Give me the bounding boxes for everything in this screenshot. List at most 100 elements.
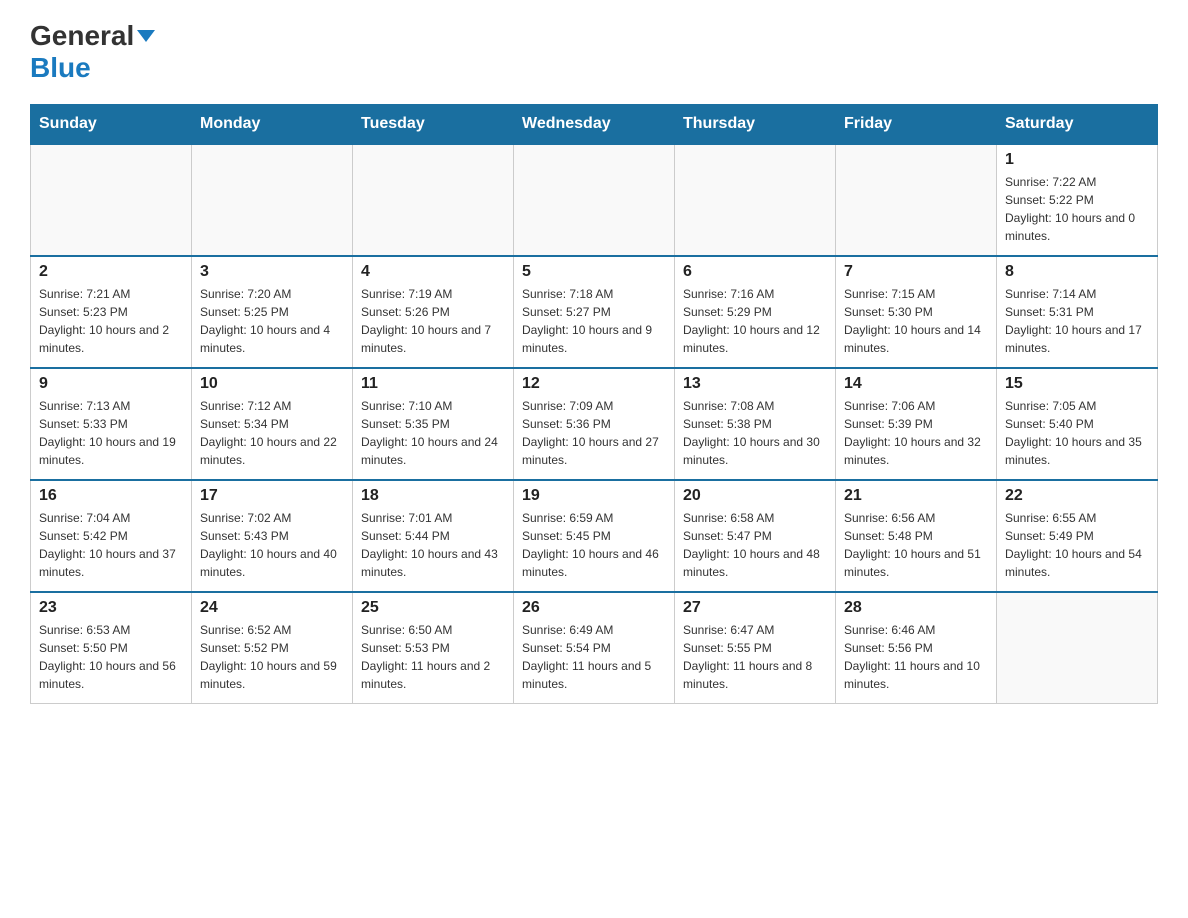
calendar-day-cell: 11 Sunrise: 7:10 AMSunset: 5:35 PMDayligh… — [353, 368, 514, 480]
day-info: Sunrise: 7:05 AMSunset: 5:40 PMDaylight:… — [1005, 397, 1149, 469]
day-info: Sunrise: 7:15 AMSunset: 5:30 PMDaylight:… — [844, 285, 988, 357]
day-info: Sunrise: 6:59 AMSunset: 5:45 PMDaylight:… — [522, 509, 666, 581]
day-number: 17 — [200, 487, 344, 505]
day-number: 13 — [683, 375, 827, 393]
calendar-day-cell: 6 Sunrise: 7:16 AMSunset: 5:29 PMDaylight… — [675, 256, 836, 368]
calendar-day-cell — [353, 144, 514, 256]
day-number: 20 — [683, 487, 827, 505]
calendar-day-cell: 10 Sunrise: 7:12 AMSunset: 5:34 PMDayligh… — [192, 368, 353, 480]
day-number: 12 — [522, 375, 666, 393]
calendar-day-cell: 8 Sunrise: 7:14 AMSunset: 5:31 PMDaylight… — [997, 256, 1158, 368]
day-number: 22 — [1005, 487, 1149, 505]
day-number: 24 — [200, 599, 344, 617]
day-number: 7 — [844, 263, 988, 281]
calendar-week-row: 2 Sunrise: 7:21 AMSunset: 5:23 PMDaylight… — [31, 256, 1158, 368]
day-info: Sunrise: 7:16 AMSunset: 5:29 PMDaylight:… — [683, 285, 827, 357]
page-header: General Blue — [30, 20, 1158, 84]
calendar-day-cell — [514, 144, 675, 256]
calendar-day-cell: 1Sunrise: 7:22 AMSunset: 5:22 PMDaylight… — [997, 144, 1158, 256]
day-number: 2 — [39, 263, 183, 281]
day-number: 3 — [200, 263, 344, 281]
day-info: Sunrise: 6:55 AMSunset: 5:49 PMDaylight:… — [1005, 509, 1149, 581]
calendar-week-row: 9 Sunrise: 7:13 AMSunset: 5:33 PMDaylight… — [31, 368, 1158, 480]
day-info: Sunrise: 7:21 AMSunset: 5:23 PMDaylight:… — [39, 285, 183, 357]
calendar-day-cell: 4 Sunrise: 7:19 AMSunset: 5:26 PMDaylight… — [353, 256, 514, 368]
day-info: Sunrise: 6:46 AMSunset: 5:56 PMDaylight:… — [844, 621, 988, 693]
day-number: 18 — [361, 487, 505, 505]
day-info: Sunrise: 6:50 AMSunset: 5:53 PMDaylight:… — [361, 621, 505, 693]
day-number: 11 — [361, 375, 505, 393]
calendar-day-cell — [675, 144, 836, 256]
day-info: Sunrise: 7:19 AMSunset: 5:26 PMDaylight:… — [361, 285, 505, 357]
day-of-week-header: Wednesday — [514, 105, 675, 145]
calendar-day-cell: 21 Sunrise: 6:56 AMSunset: 5:48 PMDayligh… — [836, 480, 997, 592]
calendar-day-cell: 23 Sunrise: 6:53 AMSunset: 5:50 PMDayligh… — [31, 592, 192, 704]
calendar-day-cell: 2 Sunrise: 7:21 AMSunset: 5:23 PMDaylight… — [31, 256, 192, 368]
day-info: Sunrise: 7:10 AMSunset: 5:35 PMDaylight:… — [361, 397, 505, 469]
calendar-day-cell: 13 Sunrise: 7:08 AMSunset: 5:38 PMDayligh… — [675, 368, 836, 480]
day-info: Sunrise: 6:56 AMSunset: 5:48 PMDaylight:… — [844, 509, 988, 581]
calendar-day-cell: 28 Sunrise: 6:46 AMSunset: 5:56 PMDayligh… — [836, 592, 997, 704]
calendar-day-cell: 3 Sunrise: 7:20 AMSunset: 5:25 PMDaylight… — [192, 256, 353, 368]
calendar-day-cell: 16 Sunrise: 7:04 AMSunset: 5:42 PMDayligh… — [31, 480, 192, 592]
day-info: Sunrise: 7:04 AMSunset: 5:42 PMDaylight:… — [39, 509, 183, 581]
day-of-week-header: Saturday — [997, 105, 1158, 145]
day-number: 15 — [1005, 375, 1149, 393]
day-info: Sunrise: 6:58 AMSunset: 5:47 PMDaylight:… — [683, 509, 827, 581]
day-number: 9 — [39, 375, 183, 393]
calendar-day-cell: 20 Sunrise: 6:58 AMSunset: 5:47 PMDayligh… — [675, 480, 836, 592]
calendar-header-row: SundayMondayTuesdayWednesdayThursdayFrid… — [31, 105, 1158, 145]
day-info: Sunrise: 6:49 AMSunset: 5:54 PMDaylight:… — [522, 621, 666, 693]
calendar-day-cell — [31, 144, 192, 256]
day-number: 4 — [361, 263, 505, 281]
day-number: 19 — [522, 487, 666, 505]
calendar-day-cell — [997, 592, 1158, 704]
calendar-day-cell: 24 Sunrise: 6:52 AMSunset: 5:52 PMDayligh… — [192, 592, 353, 704]
day-info: Sunrise: 7:06 AMSunset: 5:39 PMDaylight:… — [844, 397, 988, 469]
day-info: Sunrise: 7:18 AMSunset: 5:27 PMDaylight:… — [522, 285, 666, 357]
day-number: 10 — [200, 375, 344, 393]
calendar-day-cell: 5 Sunrise: 7:18 AMSunset: 5:27 PMDaylight… — [514, 256, 675, 368]
calendar-day-cell: 25 Sunrise: 6:50 AMSunset: 5:53 PMDayligh… — [353, 592, 514, 704]
day-of-week-header: Friday — [836, 105, 997, 145]
calendar-day-cell: 17Sunrise: 7:02 AMSunset: 5:43 PMDayligh… — [192, 480, 353, 592]
calendar-day-cell: 26 Sunrise: 6:49 AMSunset: 5:54 PMDayligh… — [514, 592, 675, 704]
calendar-day-cell: 14Sunrise: 7:06 AMSunset: 5:39 PMDayligh… — [836, 368, 997, 480]
day-number: 5 — [522, 263, 666, 281]
calendar-day-cell: 7 Sunrise: 7:15 AMSunset: 5:30 PMDaylight… — [836, 256, 997, 368]
day-number: 6 — [683, 263, 827, 281]
day-of-week-header: Tuesday — [353, 105, 514, 145]
day-number: 23 — [39, 599, 183, 617]
day-info: Sunrise: 6:52 AMSunset: 5:52 PMDaylight:… — [200, 621, 344, 693]
day-of-week-header: Monday — [192, 105, 353, 145]
day-number: 28 — [844, 599, 988, 617]
calendar-week-row: 16 Sunrise: 7:04 AMSunset: 5:42 PMDayligh… — [31, 480, 1158, 592]
day-info: Sunrise: 7:13 AMSunset: 5:33 PMDaylight:… — [39, 397, 183, 469]
calendar-table: SundayMondayTuesdayWednesdayThursdayFrid… — [30, 104, 1158, 704]
day-number: 16 — [39, 487, 183, 505]
day-info: Sunrise: 7:20 AMSunset: 5:25 PMDaylight:… — [200, 285, 344, 357]
day-info: Sunrise: 6:47 AMSunset: 5:55 PMDaylight:… — [683, 621, 827, 693]
day-of-week-header: Sunday — [31, 105, 192, 145]
calendar-day-cell: 27 Sunrise: 6:47 AMSunset: 5:55 PMDayligh… — [675, 592, 836, 704]
day-number: 27 — [683, 599, 827, 617]
calendar-day-cell: 12Sunrise: 7:09 AMSunset: 5:36 PMDayligh… — [514, 368, 675, 480]
day-number: 1 — [1005, 151, 1149, 169]
day-of-week-header: Thursday — [675, 105, 836, 145]
day-info: Sunrise: 7:14 AMSunset: 5:31 PMDaylight:… — [1005, 285, 1149, 357]
day-info: Sunrise: 7:08 AMSunset: 5:38 PMDaylight:… — [683, 397, 827, 469]
logo: General Blue — [30, 20, 155, 84]
day-info: Sunrise: 6:53 AMSunset: 5:50 PMDaylight:… — [39, 621, 183, 693]
day-number: 21 — [844, 487, 988, 505]
calendar-week-row: 23 Sunrise: 6:53 AMSunset: 5:50 PMDayligh… — [31, 592, 1158, 704]
calendar-day-cell: 22 Sunrise: 6:55 AMSunset: 5:49 PMDayligh… — [997, 480, 1158, 592]
day-info: Sunrise: 7:12 AMSunset: 5:34 PMDaylight:… — [200, 397, 344, 469]
calendar-week-row: 1Sunrise: 7:22 AMSunset: 5:22 PMDaylight… — [31, 144, 1158, 256]
day-info: Sunrise: 7:01 AMSunset: 5:44 PMDaylight:… — [361, 509, 505, 581]
calendar-day-cell: 19 Sunrise: 6:59 AMSunset: 5:45 PMDayligh… — [514, 480, 675, 592]
day-number: 26 — [522, 599, 666, 617]
calendar-day-cell: 9 Sunrise: 7:13 AMSunset: 5:33 PMDaylight… — [31, 368, 192, 480]
calendar-day-cell: 18 Sunrise: 7:01 AMSunset: 5:44 PMDayligh… — [353, 480, 514, 592]
day-number: 8 — [1005, 263, 1149, 281]
day-number: 25 — [361, 599, 505, 617]
